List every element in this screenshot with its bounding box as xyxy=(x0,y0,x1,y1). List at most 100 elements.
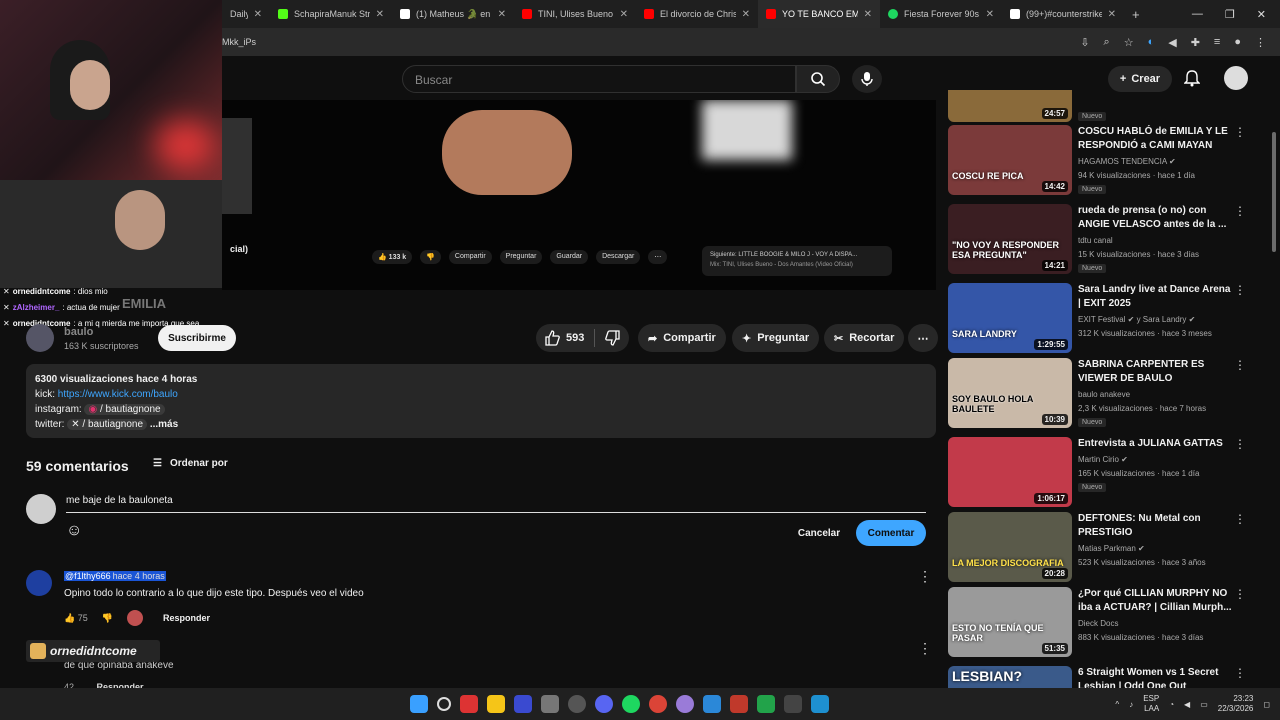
tab-7[interactable]: (99+)#counterstrike ✕ xyxy=(1002,0,1124,28)
video-thumbnail[interactable]: ESTO NO TENÍA QUE PASAR 51:35 xyxy=(948,587,1072,657)
tab-0[interactable]: Daily e✕ xyxy=(222,0,270,28)
video-player[interactable]: cial) 👍 133 k 👎 Compartir Preguntar Guar… xyxy=(222,100,936,290)
language-indicator[interactable]: ESP LAA xyxy=(1143,694,1159,714)
item-menu-icon[interactable]: ⋮ xyxy=(1234,666,1246,680)
file-explorer-icon[interactable] xyxy=(487,695,505,713)
extensions-puzzle-icon[interactable]: ✚ xyxy=(1191,36,1200,49)
recommendation-item[interactable]: 24:57 Nuevo xyxy=(948,90,1268,124)
video-channel[interactable]: HAGAMOS TENDENCIA ✔ xyxy=(1078,157,1176,166)
search-input[interactable]: Buscar xyxy=(402,65,796,93)
item-menu-icon[interactable]: ⋮ xyxy=(1234,358,1246,372)
twitter-handle[interactable]: ✕ / bautiagnone xyxy=(67,419,148,430)
recommendation-item[interactable]: ESTO NO TENÍA QUE PASAR 51:35 ¿Por qué CI… xyxy=(948,587,1268,659)
cancel-button[interactable]: Cancelar xyxy=(788,521,850,545)
video-thumbnail[interactable]: LA MEJOR DISCOGRAFIA 20:28 xyxy=(948,512,1072,582)
recommendation-item[interactable]: SARA LANDRY 1:29:55 Sara Landry live at D… xyxy=(948,283,1268,355)
comment-input[interactable]: me baje de la bauloneta xyxy=(66,495,926,513)
battery-icon[interactable]: ▭ xyxy=(1200,700,1208,709)
tab-6[interactable]: Fiesta Forever 90s - p✕ xyxy=(880,0,1002,28)
search-button[interactable] xyxy=(796,65,840,93)
video-thumbnail[interactable]: SARA LANDRY 1:29:55 xyxy=(948,283,1072,353)
video-title[interactable]: Sara Landry live at Dance Arena | EXIT 2… xyxy=(1078,283,1236,311)
app-icon[interactable] xyxy=(811,695,829,713)
reply-button[interactable]: Responder xyxy=(163,613,210,623)
app-icon[interactable] xyxy=(568,695,586,713)
embedded-save-button[interactable]: Guardar xyxy=(550,250,589,264)
recommendation-item[interactable]: COSCU RE PICA 14:42 COSCU HABLÓ de EMILIA… xyxy=(948,125,1268,197)
speaker-icon[interactable]: ◀ xyxy=(1168,36,1176,49)
app-icon[interactable] xyxy=(730,695,748,713)
app-icon[interactable] xyxy=(676,695,694,713)
close-window-icon[interactable]: ✕ xyxy=(1257,8,1266,21)
app-icon[interactable] xyxy=(784,695,802,713)
chevron-up-icon[interactable]: ^ xyxy=(1115,700,1119,709)
embedded-download-button[interactable]: Descargar xyxy=(596,250,641,264)
share-button[interactable]: ➦ Compartir xyxy=(638,324,726,352)
channel-name[interactable]: baulo xyxy=(64,326,93,338)
tab-1[interactable]: SchapiraManuk Strea✕ xyxy=(270,0,392,28)
emoji-icon[interactable]: ☺ xyxy=(66,522,82,540)
app-icon[interactable] xyxy=(757,695,775,713)
kick-link[interactable]: https://www.kick.com/baulo xyxy=(58,389,178,400)
item-menu-icon[interactable]: ⋮ xyxy=(1234,283,1246,297)
video-channel[interactable]: Matias Parkman ✔ xyxy=(1078,544,1145,553)
video-thumbnail[interactable]: LESBIAN? xyxy=(948,666,1072,688)
profile-icon[interactable]: ● xyxy=(1234,36,1241,49)
tab-2[interactable]: (1) Matheus 🐊 en X ✕ xyxy=(392,0,514,28)
video-title[interactable]: ¿Por qué CILLIAN MURPHY NO iba a ACTUAR?… xyxy=(1078,587,1236,615)
zoom-icon[interactable]: ⌕ xyxy=(1104,36,1110,49)
tab-3[interactable]: TINI, Ulises Bueno - D✕ xyxy=(514,0,636,28)
video-thumbnail[interactable]: "NO VOY A RESPONDER ESA PREGUNTA" 14:21 xyxy=(948,204,1072,274)
comment-dislike-button[interactable]: 👎 xyxy=(102,613,113,624)
recommendation-item[interactable]: 1:06:17 Entrevista a JULIANA GATTAS Mart… xyxy=(948,437,1268,509)
instagram-handle[interactable]: ◉ / bautiagnone xyxy=(84,404,165,415)
recommendation-item[interactable]: LESBIAN? 6 Straight Women vs 1 Secret Le… xyxy=(948,666,1268,688)
close-icon[interactable]: ✕ xyxy=(376,9,384,20)
url-field[interactable]: Mkk_iPs xyxy=(222,37,256,47)
app-icon[interactable] xyxy=(514,695,532,713)
item-menu-icon[interactable]: ⋮ xyxy=(1234,587,1246,601)
up-next-card[interactable]: Siguiente: LITTLE BOOGIE & MILO J - VOY … xyxy=(702,246,892,276)
close-icon[interactable]: ✕ xyxy=(620,9,628,20)
video-title[interactable]: 6 Straight Women vs 1 Secret Lesbian | O… xyxy=(1078,666,1236,688)
embedded-ask-button[interactable]: Preguntar xyxy=(499,250,543,264)
video-channel[interactable]: Dieck Docs xyxy=(1078,619,1118,628)
app-icon[interactable] xyxy=(703,695,721,713)
video-thumbnail[interactable]: COSCU RE PICA 14:42 xyxy=(948,125,1072,195)
embedded-share-button[interactable]: Compartir xyxy=(448,250,492,264)
sidebar-scrollbar[interactable] xyxy=(1272,132,1276,252)
video-thumbnail[interactable]: 1:06:17 xyxy=(948,437,1072,507)
video-thumbnail[interactable]: 24:57 xyxy=(948,90,1072,122)
voice-search-button[interactable] xyxy=(852,65,882,93)
video-title[interactable]: Entrevista a JULIANA GATTAS xyxy=(1078,437,1236,451)
comment-avatar[interactable] xyxy=(26,570,52,596)
comment-menu-icon[interactable]: ⋮ xyxy=(918,568,932,585)
video-channel[interactable]: baulo anakeve xyxy=(1078,390,1130,399)
close-icon[interactable]: ✕ xyxy=(742,9,750,20)
embedded-dislike-button[interactable]: 👎 xyxy=(420,250,441,264)
app-icon[interactable] xyxy=(460,695,478,713)
comment-time[interactable]: hace 4 horas xyxy=(111,571,166,581)
discord-icon[interactable] xyxy=(595,695,613,713)
bookmark-star-icon[interactable]: ☆ xyxy=(1124,36,1134,49)
video-thumbnail[interactable]: SOY BAULO HOLA BAULETE 10:39 xyxy=(948,358,1072,428)
spotify-icon[interactable] xyxy=(622,695,640,713)
video-channel[interactable]: tdtu canal xyxy=(1078,236,1113,245)
close-icon[interactable]: ✕ xyxy=(864,9,872,20)
item-menu-icon[interactable]: ⋮ xyxy=(1234,512,1246,526)
new-tab-button[interactable]: + xyxy=(1124,0,1144,28)
show-more-link[interactable]: ...más xyxy=(150,419,178,430)
more-actions-button[interactable]: ⋯ xyxy=(908,324,938,352)
wifi-icon[interactable]: ◔ xyxy=(1169,700,1174,709)
recommendation-item[interactable]: SOY BAULO HOLA BAULETE 10:39 SABRINA CARP… xyxy=(948,358,1268,430)
search-icon[interactable] xyxy=(437,697,451,711)
comment-author[interactable]: @f1lthy666 xyxy=(64,571,112,581)
menu-icon[interactable]: ⋮ xyxy=(1255,36,1266,49)
item-menu-icon[interactable]: ⋮ xyxy=(1234,204,1246,218)
submit-comment-button[interactable]: Comentar xyxy=(856,520,926,546)
microphone-icon[interactable]: ♪ xyxy=(1129,700,1133,709)
subscribe-button[interactable]: Suscribirme xyxy=(158,325,236,351)
create-button[interactable]: + Crear xyxy=(1108,66,1172,92)
extension-icon[interactable]: ◐ xyxy=(1148,36,1155,49)
video-title[interactable]: COSCU HABLÓ de EMILIA Y LE RESPONDIÓ a C… xyxy=(1078,125,1236,153)
